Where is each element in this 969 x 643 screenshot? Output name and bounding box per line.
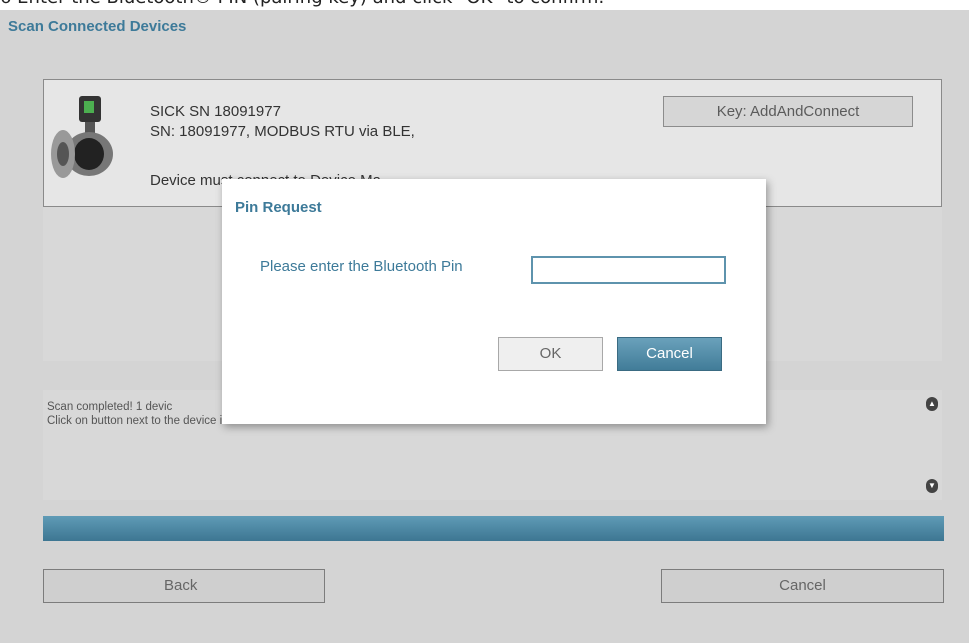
back-button[interactable]: Back — [43, 569, 325, 603]
flow-meter-icon — [51, 96, 113, 178]
dialog-cancel-button[interactable]: Cancel — [617, 337, 722, 371]
scroll-up-icon[interactable]: ▲ — [926, 397, 938, 411]
cancel-button[interactable]: Cancel — [661, 569, 944, 603]
instruction-text: 6 Enter the Bluetooth® PIN (pairing key)… — [0, 0, 969, 9]
pin-input[interactable] — [531, 256, 726, 284]
device-serial: SN: 18091977, MODBUS RTU via BLE, — [150, 123, 415, 140]
device-name: SICK SN 18091977 — [150, 103, 281, 120]
add-and-connect-button[interactable]: Key: AddAndConnect — [663, 96, 913, 127]
progress-bar — [43, 516, 944, 541]
dialog-title: Pin Request — [235, 199, 322, 216]
ok-button[interactable]: OK — [498, 337, 603, 371]
scroll-down-icon[interactable]: ▼ — [926, 479, 938, 493]
pin-label: Please enter the Bluetooth Pin — [260, 258, 463, 275]
pin-request-dialog: Pin Request Please enter the Bluetooth P… — [222, 179, 766, 424]
page-title: Scan Connected Devices — [8, 18, 187, 35]
